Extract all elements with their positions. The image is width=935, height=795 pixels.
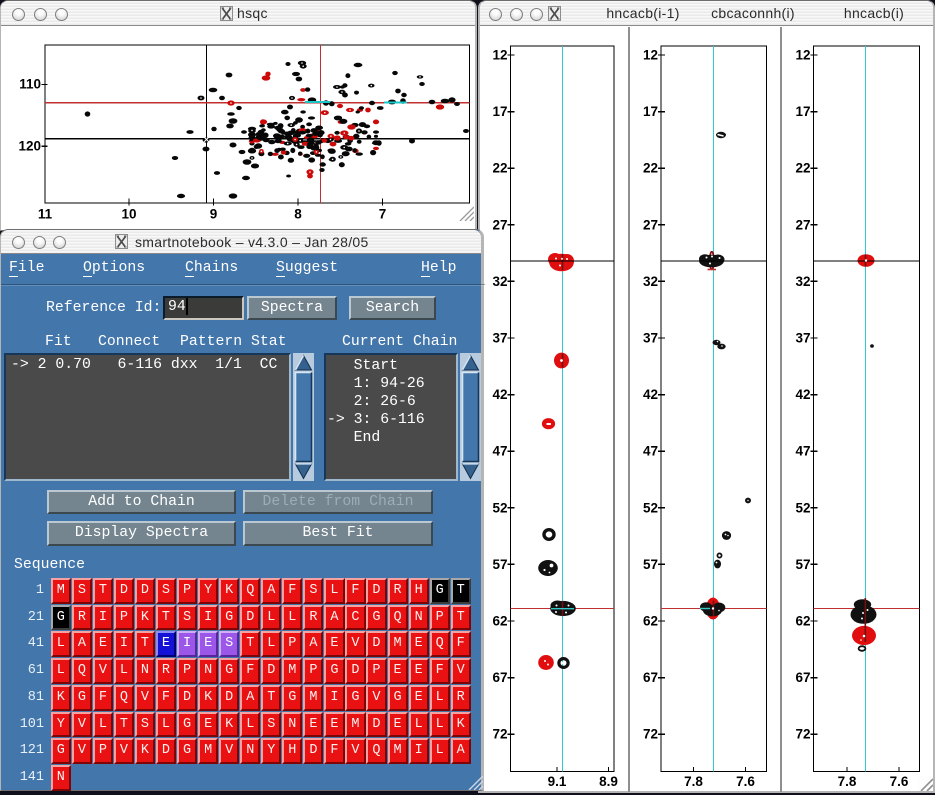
- svg-text:67: 67: [643, 670, 658, 685]
- svg-text:57: 57: [643, 557, 658, 572]
- svg-text:47: 47: [795, 444, 810, 459]
- svg-text:32: 32: [795, 274, 810, 289]
- svg-text:42: 42: [795, 387, 810, 402]
- svg-text:22: 22: [795, 161, 810, 176]
- svg-text:62: 62: [492, 614, 507, 629]
- svg-text:7.6: 7.6: [736, 774, 755, 789]
- svg-text:37: 37: [492, 331, 507, 346]
- svg-text:37: 37: [795, 331, 810, 346]
- svg-text:67: 67: [492, 670, 507, 685]
- svg-text:52: 52: [643, 500, 658, 515]
- svg-text:42: 42: [492, 387, 507, 402]
- svg-text:52: 52: [795, 500, 810, 515]
- svg-text:37: 37: [643, 331, 658, 346]
- svg-text:17: 17: [795, 104, 810, 119]
- svg-text:27: 27: [492, 217, 507, 232]
- svg-text:47: 47: [492, 444, 507, 459]
- svg-text:32: 32: [492, 274, 507, 289]
- svg-text:72: 72: [492, 727, 507, 742]
- svg-text:7.6: 7.6: [890, 774, 909, 789]
- svg-text:7.8: 7.8: [838, 774, 857, 789]
- svg-text:9.1: 9.1: [548, 774, 567, 789]
- svg-text:52: 52: [492, 500, 507, 515]
- svg-text:22: 22: [643, 161, 658, 176]
- svg-text:7.8: 7.8: [684, 774, 703, 789]
- svg-text:12: 12: [492, 48, 507, 63]
- svg-text:22: 22: [492, 161, 507, 176]
- svg-text:27: 27: [795, 217, 810, 232]
- svg-text:72: 72: [795, 727, 810, 742]
- svg-text:67: 67: [795, 670, 810, 685]
- svg-text:72: 72: [643, 727, 658, 742]
- svg-text:8.9: 8.9: [599, 774, 618, 789]
- svg-text:42: 42: [643, 387, 658, 402]
- svg-text:62: 62: [643, 614, 658, 629]
- svg-text:62: 62: [795, 614, 810, 629]
- svg-text:57: 57: [492, 557, 507, 572]
- svg-text:32: 32: [643, 274, 658, 289]
- svg-text:27: 27: [643, 217, 658, 232]
- svg-text:47: 47: [643, 444, 658, 459]
- svg-text:57: 57: [795, 557, 810, 572]
- svg-text:12: 12: [795, 48, 810, 63]
- svg-text:17: 17: [492, 104, 507, 119]
- svg-text:12: 12: [643, 48, 658, 63]
- svg-text:17: 17: [643, 104, 658, 119]
